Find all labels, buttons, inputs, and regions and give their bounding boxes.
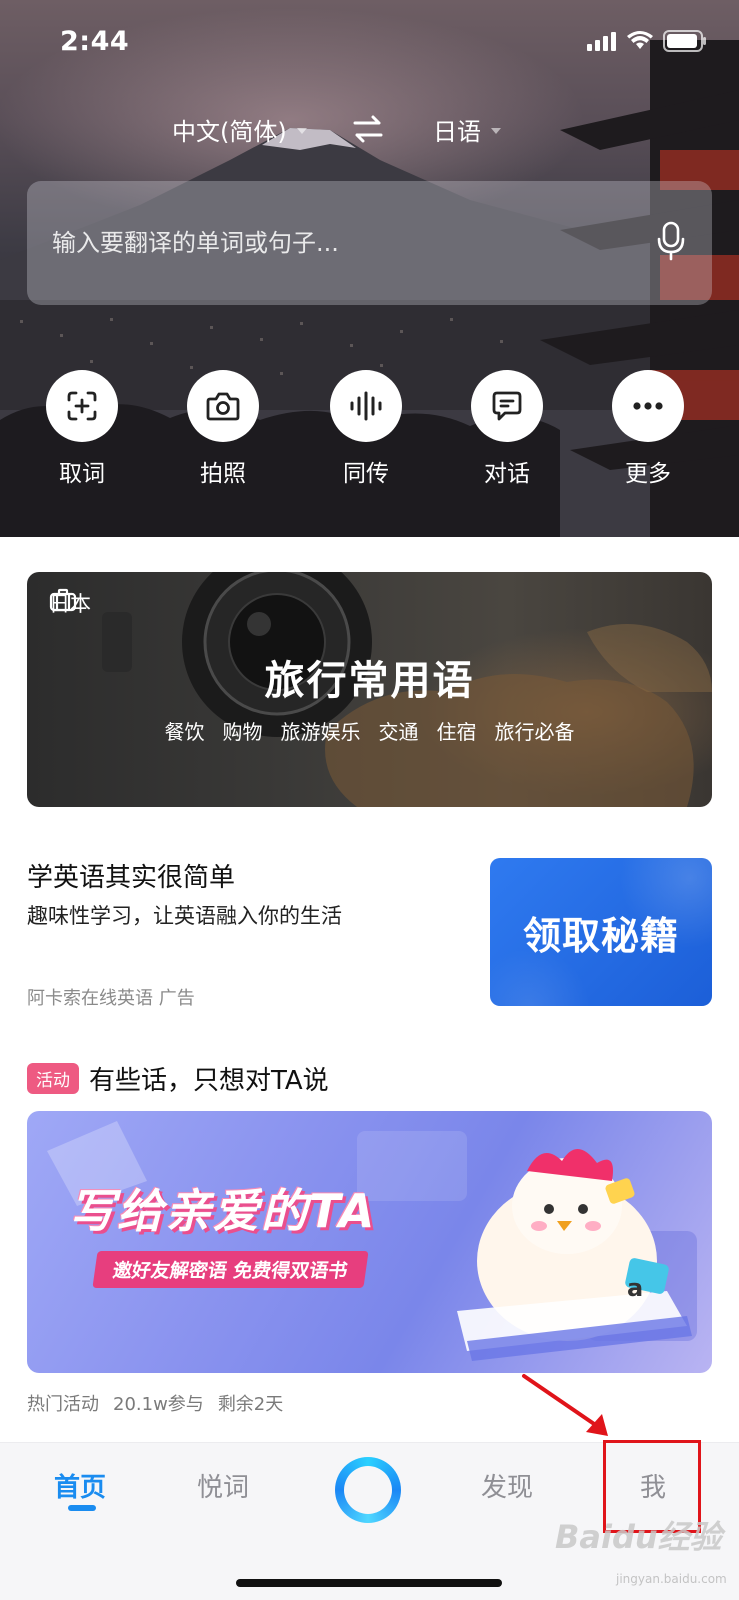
status-bar: 2:44 <box>0 0 739 90</box>
translate-search-box[interactable] <box>27 181 712 305</box>
travel-tag[interactable]: 餐饮 <box>165 716 205 745</box>
chevron-down-icon <box>296 127 307 134</box>
activity-participants: 20.1w参与 <box>113 1394 204 1415</box>
scan-word-icon <box>67 391 97 421</box>
tool-button[interactable] <box>46 370 118 442</box>
tool-simultaneous[interactable]: 同传 <box>311 370 421 488</box>
tool-label: 对话 <box>484 461 530 487</box>
tool-more[interactable]: 更多 <box>593 370 703 488</box>
activity-banner-ribbon: 邀好友解密语 免费得双语书 <box>92 1251 369 1288</box>
activity-remaining: 剩余2天 <box>217 1394 284 1415</box>
travel-tag[interactable]: 购物 <box>223 716 263 745</box>
activity-banner[interactable]: a 写给亲爱的TA 邀好友解密语 免费得双语书 <box>27 1111 712 1373</box>
tab-home[interactable]: 首页 <box>54 1467 106 1504</box>
tool-label: 取词 <box>59 461 105 487</box>
travel-tag[interactable]: 旅游娱乐 <box>281 716 361 745</box>
chevron-down-icon <box>491 127 501 134</box>
ad-title[interactable]: 学英语其实很简单 <box>27 857 235 894</box>
travel-tag[interactable]: 交通 <box>379 716 419 745</box>
voice-assistant-icon[interactable] <box>335 1457 401 1523</box>
status-icons <box>587 30 707 52</box>
tool-scan-word[interactable]: 取词 <box>27 370 137 488</box>
tool-label: 拍照 <box>200 461 246 487</box>
voice-wave-icon <box>350 391 382 421</box>
activity-category: 热门活动 <box>27 1394 99 1415</box>
activity-banner-headline: 写给亲爱的TA <box>69 1184 377 1238</box>
watermark-logo: Baidu经验 <box>555 1518 722 1556</box>
travel-tag[interactable]: 旅行必备 <box>495 716 575 745</box>
alpha-glyph: a <box>627 1274 643 1302</box>
activity-title[interactable]: 有些话，只想对TA说 <box>89 1060 329 1097</box>
battery-icon <box>663 30 706 52</box>
wifi-icon <box>627 31 653 49</box>
tool-button[interactable] <box>471 370 543 442</box>
travel-tags: 餐饮 购物 旅游娱乐 交通 住宿 旅行必备 <box>27 716 712 745</box>
ad-subtitle: 趣味性学习，让英语融入你的生活 <box>27 904 342 928</box>
home-indicator <box>236 1579 502 1587</box>
status-time: 2:44 <box>60 26 130 57</box>
language-selector: 中文(简体) 日语 <box>0 108 739 152</box>
travel-region: 日本 <box>49 588 91 618</box>
tool-button[interactable] <box>330 370 402 442</box>
more-dots-icon <box>633 402 663 410</box>
translate-input[interactable] <box>52 223 632 263</box>
tool-label: 同传 <box>343 461 389 487</box>
microphone-icon[interactable] <box>656 221 686 261</box>
tool-label: 更多 <box>625 461 671 487</box>
activity-header: 活动 有些话，只想对TA说 <box>27 1060 329 1097</box>
swap-languages-icon[interactable] <box>352 114 384 144</box>
hero-header: 2:44 中文(简体) 日语 输入要翻译的单词或句子... 取词 拍照 同传 对… <box>0 0 739 537</box>
travel-tag[interactable]: 住宿 <box>437 716 477 745</box>
target-language-dropdown[interactable]: 日语 <box>433 112 501 147</box>
tool-button[interactable] <box>612 370 684 442</box>
watermark-url: jingyan.baidu.com <box>616 1572 727 1586</box>
target-language-label: 日语 <box>433 118 481 146</box>
quick-tools: 取词 拍照 同传 对话 更多 <box>0 370 739 490</box>
suitcase-icon <box>49 588 77 612</box>
ad-banner[interactable]: 领取秘籍 <box>490 858 712 1006</box>
tool-button[interactable] <box>187 370 259 442</box>
tab-words[interactable]: 悦词 <box>197 1467 249 1504</box>
annotation-arrow-icon <box>522 1374 608 1436</box>
camera-icon <box>206 392 240 421</box>
chat-bubble-icon <box>492 391 522 421</box>
activity-meta: 热门活动 20.1w参与 剩余2天 <box>27 1390 283 1416</box>
activity-banner-illustration: a <box>47 1121 697 1361</box>
tool-conversation[interactable]: 对话 <box>452 370 562 488</box>
tool-camera[interactable]: 拍照 <box>168 370 278 488</box>
travel-card-title: 旅行常用语 <box>264 658 475 704</box>
ad-banner-text: 领取秘籍 <box>522 913 679 958</box>
source-language-label: 中文(简体) <box>172 118 287 146</box>
ad-source: 阿卡索在线英语 广告 <box>27 988 195 1009</box>
activity-badge: 活动 <box>27 1063 79 1094</box>
source-language-dropdown[interactable]: 中文(简体) <box>172 112 307 147</box>
tab-discover[interactable]: 发现 <box>481 1467 533 1504</box>
travel-phrases-card[interactable]: 日本 旅行常用语 餐饮 购物 旅游娱乐 交通 住宿 旅行必备 <box>27 572 712 807</box>
signal-icon <box>587 32 616 51</box>
tab-active-indicator <box>68 1505 96 1511</box>
